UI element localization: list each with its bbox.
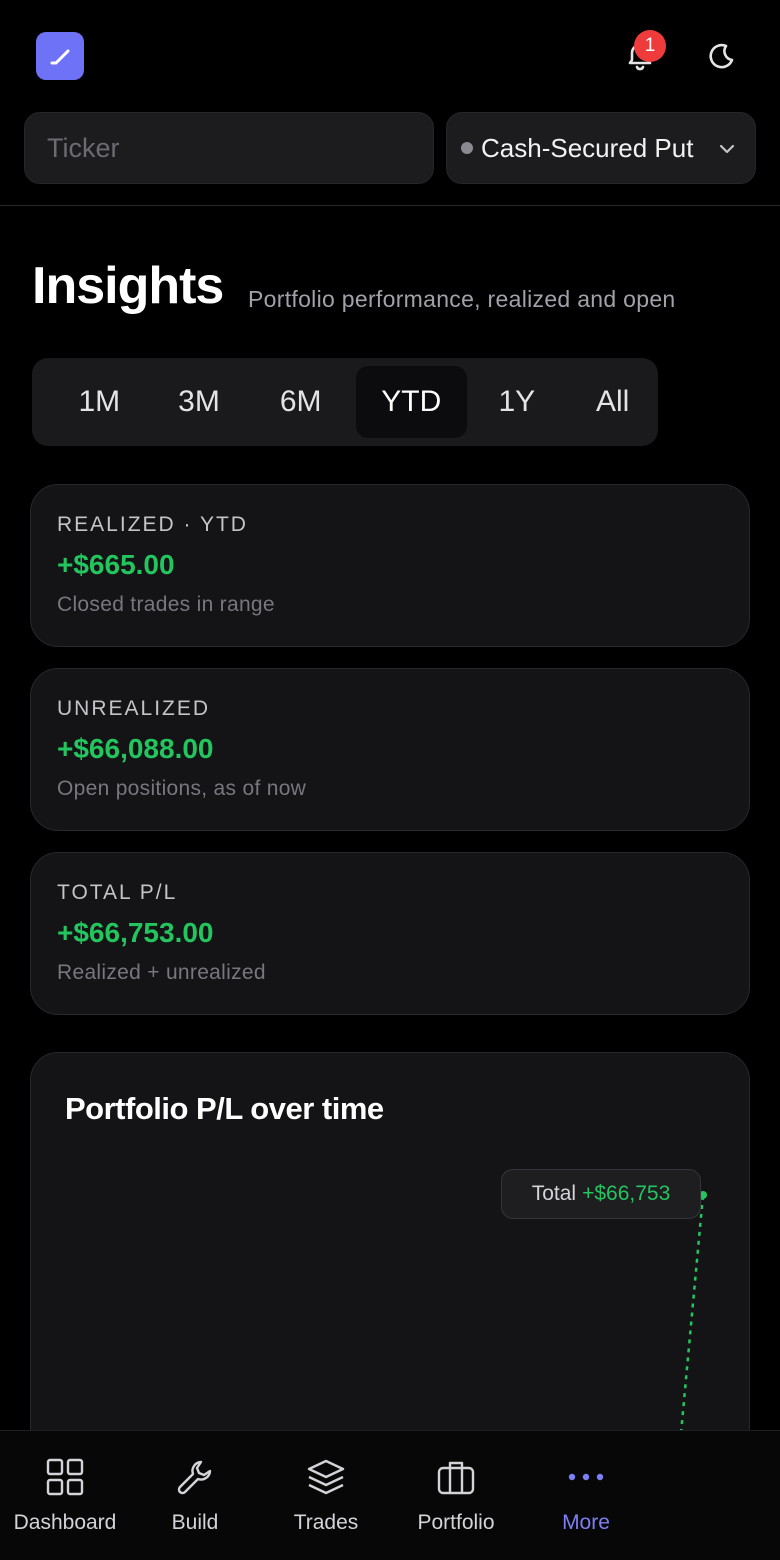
card-note: Closed trades in range	[57, 593, 275, 616]
nav-label: Dashboard	[13, 1511, 117, 1534]
tooltip-value: +$66,753	[582, 1182, 671, 1205]
wrench-icon	[177, 1460, 212, 1495]
range-option-1m[interactable]: 1M	[46, 366, 153, 438]
card-value: +$66,088.00	[57, 733, 214, 764]
range-selector: 1M 3M 6M YTD 1Y All	[32, 358, 658, 446]
strategy-select[interactable]: Cash-Secured Put	[446, 112, 756, 184]
nav-item-trades[interactable]: Trades	[261, 1431, 391, 1560]
ticker-input[interactable]: Ticker	[24, 112, 434, 184]
nav-label: Trades	[293, 1511, 359, 1534]
app-header: 1	[0, 0, 780, 112]
card-label: UNREALIZED	[57, 697, 211, 720]
tooltip-label: Total	[531, 1182, 577, 1205]
card-value: +$66,753.00	[57, 917, 214, 948]
nav-label: More	[562, 1511, 610, 1534]
nav-label: Portfolio	[417, 1511, 495, 1534]
briefcase-icon	[437, 1461, 475, 1495]
series-line	[679, 1194, 705, 1434]
total-pl-card: TOTAL P/L +$66,753.00 Realized + unreali…	[30, 852, 750, 1015]
range-option-all[interactable]: All	[567, 366, 658, 438]
grid-icon	[46, 1458, 84, 1496]
realized-card: REALIZED · YTD +$665.00 Closed trades in…	[30, 484, 750, 647]
card-value: +$665.00	[57, 549, 175, 580]
strategy-select-value: Cash-Secured Put	[481, 132, 694, 163]
unrealized-card: UNREALIZED +$66,088.00 Open positions, a…	[30, 668, 750, 831]
app-logo[interactable]	[36, 32, 84, 80]
more-dots-icon	[568, 1473, 604, 1481]
page-heading: Insights Portfolio performance, realized…	[32, 256, 752, 326]
nav-item-more[interactable]: More	[521, 1431, 651, 1560]
card-label: REALIZED · YTD	[57, 513, 248, 536]
layers-icon	[307, 1459, 345, 1495]
filter-bar: Ticker Cash-Secured Put	[0, 112, 780, 206]
page-title: Insights	[32, 257, 224, 315]
notification-badge: 1	[634, 30, 666, 62]
ticker-placeholder: Ticker	[47, 132, 120, 163]
chart-tooltip: Total +$66,753	[501, 1169, 701, 1219]
page-subtitle: Portfolio performance, realized and open	[248, 286, 676, 312]
status-dot-icon	[461, 142, 473, 154]
card-note: Open positions, as of now	[57, 777, 307, 800]
nav-label: Build	[171, 1511, 219, 1534]
nav-item-build[interactable]: Build	[130, 1431, 260, 1560]
chart-line-icon	[50, 49, 70, 65]
range-option-3m[interactable]: 3M	[153, 366, 246, 438]
range-option-1y[interactable]: 1Y	[467, 366, 568, 438]
moon-icon[interactable]	[702, 38, 738, 74]
nav-item-portfolio[interactable]: Portfolio	[391, 1431, 521, 1560]
card-note: Realized + unrealized	[57, 961, 266, 984]
nav-item-dashboard[interactable]: Dashboard	[0, 1431, 130, 1560]
card-label: TOTAL P/L	[57, 881, 178, 904]
range-option-ytd[interactable]: YTD	[355, 366, 467, 438]
chevron-down-icon	[719, 144, 735, 154]
range-option-6m[interactable]: 6M	[245, 366, 356, 438]
bottom-nav: Dashboard Build Trades Portfolio More	[0, 1430, 780, 1560]
